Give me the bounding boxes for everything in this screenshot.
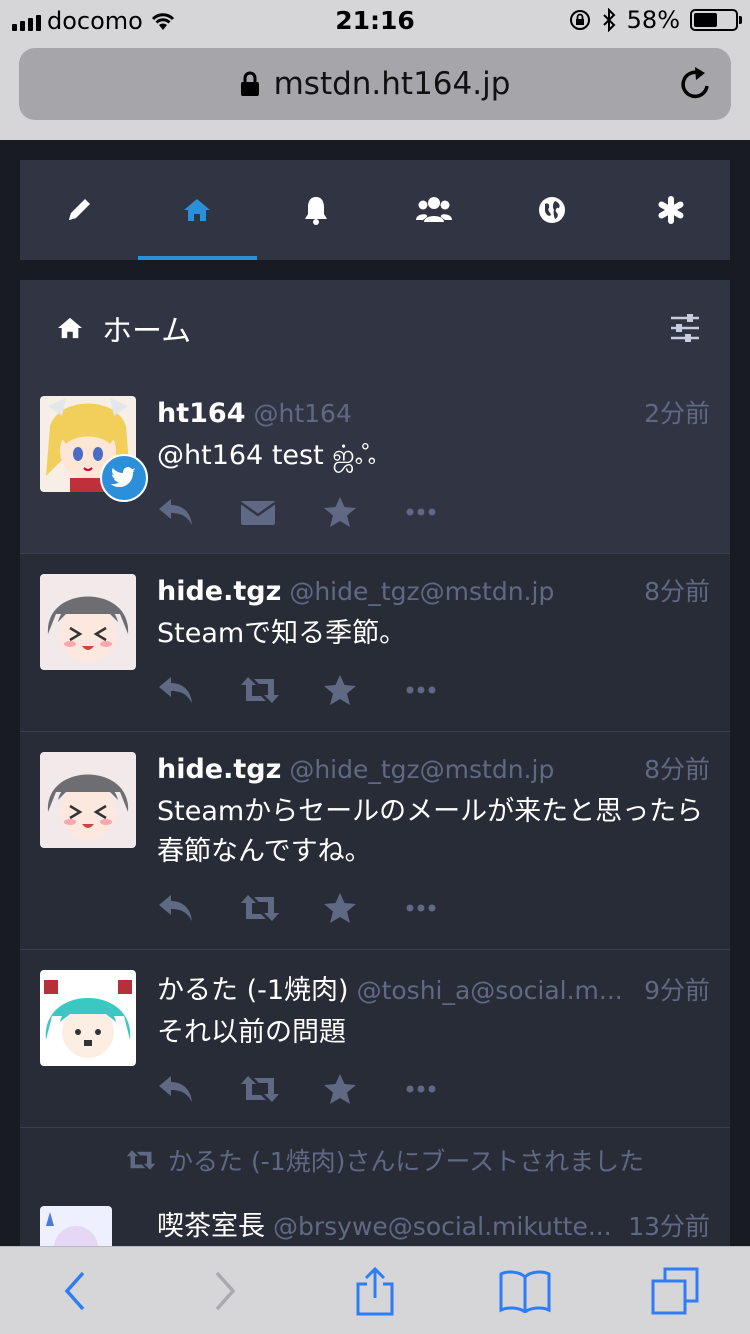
reply-icon[interactable]: [157, 893, 195, 923]
url-text: mstdn.ht164.jp: [273, 66, 511, 102]
home-column: ホーム ht164 @ht164 2分前 @ht164 test ஜ்ஃ hid…: [20, 280, 730, 1246]
twitter-icon: [100, 454, 148, 502]
book-icon: [499, 1270, 551, 1313]
rotation-lock-icon: [569, 10, 590, 30]
back-button[interactable]: [35, 1251, 115, 1331]
account-handle[interactable]: @toshi_a@social.m...: [357, 976, 641, 1005]
reply-icon[interactable]: [157, 1074, 195, 1104]
reply-icon[interactable]: [157, 675, 195, 705]
mastodon-app: ホーム ht164 @ht164 2分前 @ht164 test ஜ்ஃ hid…: [0, 140, 750, 1246]
star-icon[interactable]: [323, 892, 357, 924]
status-item[interactable]: hide.tgz @hide_tgz@mstdn.jp 8分前 Steamからセ…: [20, 732, 730, 950]
display-name[interactable]: ht164: [157, 398, 246, 429]
column-title: ホーム: [102, 314, 192, 349]
bluetooth-icon: [602, 8, 616, 32]
column-header[interactable]: ホーム: [20, 280, 730, 376]
display-name[interactable]: hide.tgz: [157, 576, 281, 607]
retweet-icon[interactable]: [240, 676, 280, 704]
forward-button[interactable]: [185, 1251, 265, 1331]
browser-toolbar: [0, 1246, 750, 1334]
status-content: Steamからセールのメールが来たと思ったら春節なんですね。: [157, 796, 704, 867]
tab-bar: [20, 160, 730, 260]
chevron-right-icon: [215, 1271, 236, 1310]
retweet-icon[interactable]: [240, 1075, 280, 1103]
lock-icon: [240, 71, 259, 96]
status-content: それ以前の問題: [157, 1017, 346, 1048]
display-name[interactable]: 喫茶室長: [157, 1204, 265, 1243]
more-icon[interactable]: [406, 508, 436, 516]
share-button[interactable]: [335, 1251, 415, 1331]
avatar[interactable]: [40, 1206, 112, 1246]
tabs-button[interactable]: [635, 1251, 715, 1331]
account-handle[interactable]: @brsywe@social.mikutte...: [273, 1212, 624, 1241]
more-icon[interactable]: [406, 686, 436, 694]
retweet-icon[interactable]: [240, 894, 280, 922]
avatar[interactable]: [40, 970, 136, 1066]
tabs-icon: [651, 1267, 699, 1314]
tab-notifications[interactable]: [257, 160, 375, 260]
status-content: @ht164 test ஜ்ஃ: [157, 440, 376, 471]
asterisk-icon: [658, 196, 684, 224]
avatar[interactable]: [40, 752, 136, 848]
tab-federated[interactable]: [493, 160, 611, 260]
boost-note-text: かるた (-1焼肉)さんにブーストされました: [168, 1147, 645, 1176]
status-actions: [157, 654, 710, 726]
tab-compose[interactable]: [20, 160, 138, 260]
status-actions: [157, 476, 710, 548]
timestamp[interactable]: 13分前: [628, 1207, 710, 1243]
battery-percent: 58%: [626, 6, 680, 34]
home-icon: [184, 199, 211, 221]
ios-status-bar: docomo 21:16 58%: [0, 0, 750, 40]
bookmarks-button[interactable]: [485, 1251, 565, 1331]
timestamp[interactable]: 8分前: [644, 750, 710, 786]
status-actions: [157, 1053, 710, 1125]
chevron-left-icon: [64, 1271, 85, 1310]
sliders-icon[interactable]: [670, 314, 700, 342]
share-icon: [356, 1266, 394, 1315]
boost-note: かるた (-1焼肉)さんにブーストされました: [40, 1128, 710, 1192]
more-icon[interactable]: [406, 904, 436, 912]
browser-address-area: mstdn.ht164.jp: [0, 40, 750, 140]
reload-icon[interactable]: [679, 66, 713, 102]
retweet-icon: [126, 1150, 156, 1170]
timestamp[interactable]: 8分前: [644, 572, 710, 608]
status-item[interactable]: かるた (-1焼肉) @toshi_a@social.m... 9分前 それ以前…: [20, 950, 730, 1128]
envelope-icon[interactable]: [240, 498, 276, 526]
status-right: 58%: [569, 6, 742, 34]
timestamp[interactable]: 9分前: [644, 971, 710, 1007]
address-bar[interactable]: mstdn.ht164.jp: [19, 48, 731, 120]
account-handle[interactable]: @hide_tgz@mstdn.jp: [289, 577, 640, 606]
tab-local[interactable]: [375, 160, 493, 260]
display-name[interactable]: かるた (-1焼肉): [157, 968, 349, 1007]
pencil-icon: [69, 199, 91, 220]
display-name[interactable]: hide.tgz: [157, 754, 281, 785]
tab-home[interactable]: [138, 160, 257, 260]
status-item[interactable]: かるた (-1焼肉)さんにブーストされました 喫茶室長 @brsywe@soci…: [20, 1128, 730, 1246]
account-handle[interactable]: @hide_tgz@mstdn.jp: [289, 755, 640, 784]
status-item[interactable]: hide.tgz @hide_tgz@mstdn.jp 8分前 Steamで知る…: [20, 554, 730, 732]
timestamp[interactable]: 2分前: [644, 394, 710, 430]
globe-icon: [539, 197, 566, 223]
status-item[interactable]: ht164 @ht164 2分前 @ht164 test ஜ்ஃ: [20, 376, 730, 554]
users-icon: [416, 197, 453, 222]
star-icon[interactable]: [323, 496, 357, 528]
home-icon: [58, 317, 82, 339]
status-content: Steamで知る季節。: [157, 618, 407, 649]
bell-icon: [304, 197, 327, 225]
avatar[interactable]: [40, 574, 136, 670]
battery-icon: [690, 9, 742, 31]
account-handle[interactable]: @ht164: [254, 399, 641, 428]
tab-settings[interactable]: [612, 160, 730, 260]
more-icon[interactable]: [406, 1085, 436, 1093]
reply-icon[interactable]: [157, 497, 195, 527]
star-icon[interactable]: [323, 674, 357, 706]
status-actions: [157, 872, 710, 944]
star-icon[interactable]: [323, 1073, 357, 1105]
